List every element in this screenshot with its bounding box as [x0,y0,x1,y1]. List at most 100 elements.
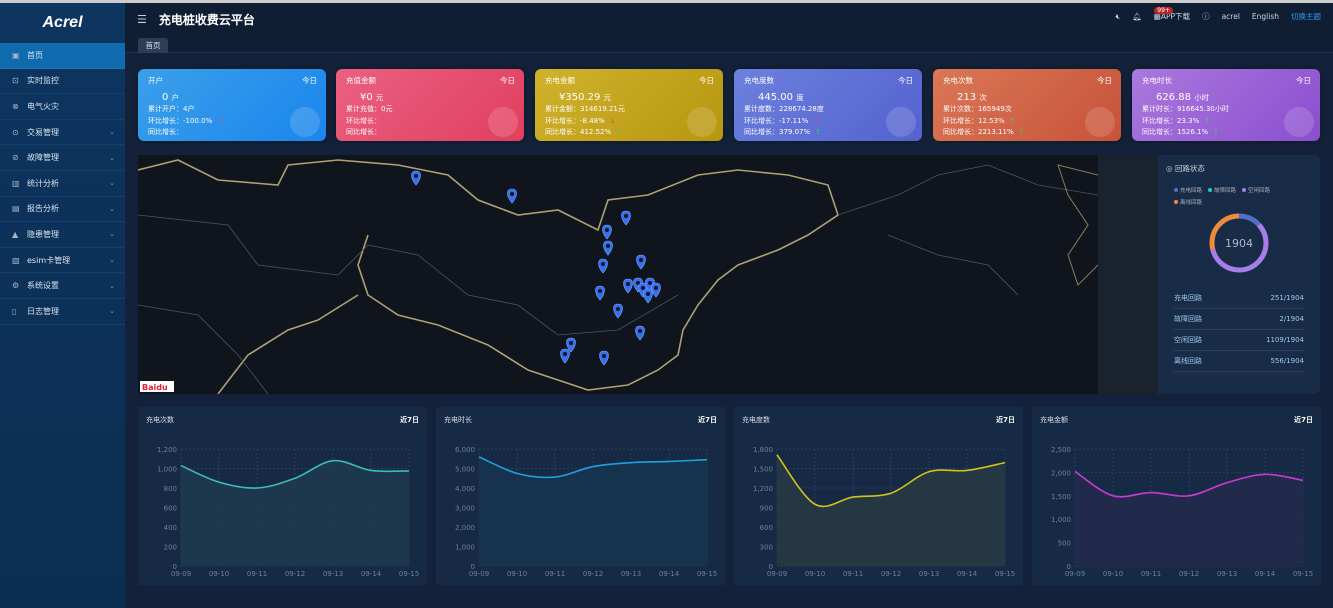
card-title: 充电次数 [943,76,973,85]
loop-row: 充电回路 251/1904 [1174,288,1304,309]
settings-icon: ⚙ [12,281,20,291]
menu-toggle-icon[interactable]: ☰ [137,13,147,26]
card-value-number: 445.00 [758,92,793,103]
card-value: ¥350.29 元 [559,92,713,103]
tab-home[interactable]: 首页 [138,38,168,53]
card-total-value: 165949次 [978,105,1012,113]
coin-icon [687,107,717,137]
legend-item[interactable]: 故障回路 [1208,186,1236,194]
chart-range: 近7日 [996,416,1015,424]
card-yoy-label: 同比增长： [744,128,779,136]
y-tick-label: 2,500 [1051,446,1071,454]
chart-title: 充电次数 [146,416,174,424]
charger-icon [886,107,916,137]
card-unit: 元 [375,93,384,102]
y-tick-label: 1,500 [1051,493,1071,501]
baidu-logo-text: Baidu [142,383,168,392]
map-pin-icon[interactable] [598,258,608,274]
series-area [479,456,707,566]
tab-bar: 首页 [125,36,1333,53]
x-tick-label: 09-13 [919,570,939,578]
map-pin-icon[interactable] [613,303,623,319]
legend-item[interactable]: 离线回路 [1174,198,1202,206]
chart-2: 0 300 600 900 1,200 1,500 1,800 09-09 09-10 09-11… [734,407,1023,585]
sidebar-item-1[interactable]: ⊡ 实时监控 [0,69,125,95]
map-pin-icon[interactable] [651,282,661,298]
app-title: 充电桩收费云平台 [158,13,255,27]
sidebar-item-2[interactable]: ⊗ 电气火灾 [0,94,125,120]
sidebar-item-5[interactable]: ▥ 统计分析 ⌄ [0,171,125,197]
loop-row-label: 充电回路 [1174,294,1202,302]
sidebar-item-0[interactable]: ▣ 首页 [0,43,125,69]
map-canvas[interactable]: Baidu [138,155,1158,394]
card-yoy-value: 1526.1% [1177,128,1209,136]
map-pin-icon[interactable] [603,240,613,256]
chart-svg: 01,0002,0003,0004,0005,0006,00009-09 09-1… [455,446,717,578]
card-unit: 度 [796,93,804,102]
card-mom-label: 环比增长： [943,116,978,125]
legend-dot [1242,188,1247,192]
chevron-down-icon: ⌄ [109,307,115,316]
card-value-number: 0 [162,92,169,103]
series-area [777,454,1005,566]
help-icon[interactable]: ⓘ [1202,11,1210,22]
card-total-line: 累计次数：165949次 [943,104,1111,115]
switch-theme-link[interactable]: 切换主题 [1291,11,1321,22]
y-tick-label: 600 [760,524,773,532]
y-tick-label: 1,000 [1051,516,1071,524]
map[interactable]: Baidu [138,155,1158,394]
x-tick-label: 09-10 [507,570,527,578]
bell-icon[interactable]: 🔔︎ 99+ [1132,7,1173,21]
map-pin-icon[interactable] [643,288,653,304]
chevron-down-icon: ⌄ [109,204,115,213]
language-switch[interactable]: English [1252,12,1279,21]
map-pin-icon[interactable] [560,348,570,364]
report-icon: ▤ [12,204,20,214]
x-tick-label: 09-14 [1255,570,1276,578]
y-tick-label: 4,000 [455,485,475,493]
map-pin-icon[interactable] [507,188,517,204]
map-pin-icon[interactable] [621,210,631,226]
map-pin-icon[interactable] [411,170,421,186]
y-tick-label: 6,000 [455,446,475,454]
legend-item[interactable]: 空闲回路 [1242,186,1270,194]
loop-donut-chart: 1904 [1209,213,1269,273]
arrow-up-icon: ↑ [1204,116,1211,125]
home-icon: ▣ [12,50,20,60]
sidebar-item-10[interactable]: ▯ 日志管理 ⌄ [0,299,125,325]
arrow-up-icon: ↑ [1018,128,1025,136]
sidebar-item-9[interactable]: ⚙ 系统设置 ⌄ [0,273,125,299]
chevron-down-icon: ⌄ [109,256,115,265]
map-pin-icon[interactable] [599,350,609,366]
loop-row-value: 251/1904 [1270,294,1304,302]
sidebar-item-label: 故障管理 [27,153,59,163]
card-value-number: ¥350.29 [559,92,601,103]
card-mom-value: -100.0% [183,116,213,125]
sidebar-item-8[interactable]: ▧ esim卡管理 ⌄ [0,248,125,274]
log-icon: ▯ [12,306,17,316]
sidebar-item-3[interactable]: ⊙ 交易管理 ⌄ [0,120,125,146]
card-title: 充电时长 [1142,76,1172,85]
user-menu[interactable]: acrel [1222,12,1240,21]
loop-row-value: 1109/1904 [1266,336,1304,344]
chart-title: 充电度数 [742,416,770,424]
fire-icon: ⊗ [12,101,19,111]
map-pin-icon[interactable] [595,285,605,301]
map-pin-icon[interactable] [636,254,646,270]
sidebar-item-4[interactable]: ⊘ 故障管理 ⌄ [0,145,125,171]
card-period: 今日 [302,76,317,85]
notification-badge: 99+ [1154,7,1173,14]
stat-card-1: 充值金额 今日 ¥0 元累计充值：0元 环比增长： 同比增长： [336,69,524,141]
map-pin-icon[interactable] [635,325,645,341]
card-mom-value: 23.3% [1177,116,1200,125]
card-mom-label: 环比增长： [545,116,580,125]
card-total-line: 累计开户：4户 [148,104,316,115]
sidebar-item-6[interactable]: ▤ 报告分析 ⌄ [0,197,125,223]
sidebar-item-7[interactable]: ▲ 隐患管理 ⌄ [0,222,125,248]
x-tick-label: 09-11 [1141,570,1161,578]
map-pin-icon[interactable] [623,278,633,294]
map-pin-icon[interactable] [602,224,612,240]
mute-icon[interactable]: 🔇︎ [1116,12,1121,22]
legend-item[interactable]: 充电回路 [1174,186,1202,194]
card-total-label: 累计时长： [1142,105,1177,113]
